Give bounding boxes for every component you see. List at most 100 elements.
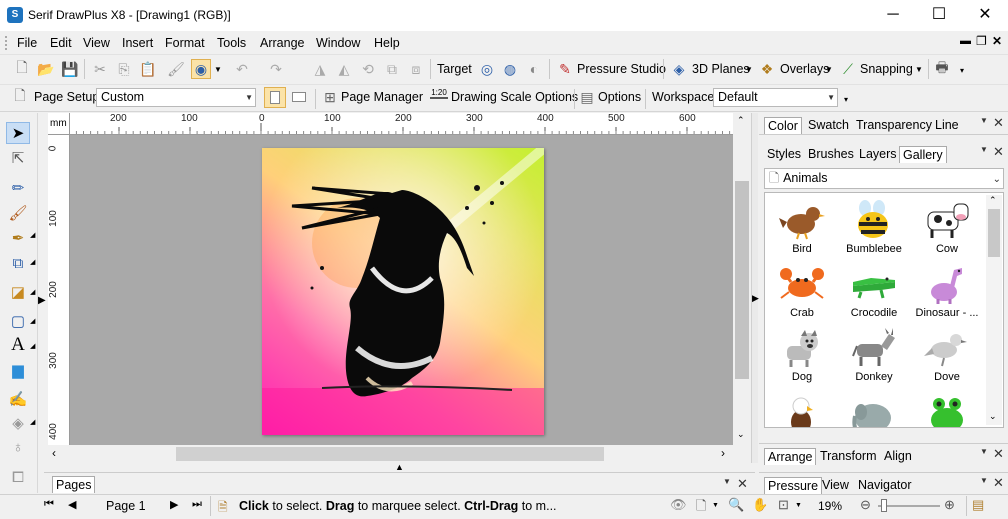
- tab-styles[interactable]: Styles: [764, 146, 804, 162]
- chevron-down-icon[interactable]: ▼: [745, 65, 753, 74]
- notes-icon[interactable]: ▤: [972, 497, 984, 513]
- page-setup-icon[interactable]: 🗋: [10, 87, 30, 107]
- tab-transform[interactable]: Transform: [817, 448, 880, 464]
- hand-tool-icon[interactable]: ✋: [752, 497, 768, 513]
- target-icon-3[interactable]: ◐: [524, 59, 544, 79]
- menu-file[interactable]: File: [17, 36, 37, 50]
- rotate-icon[interactable]: ⟲: [358, 59, 378, 79]
- tab-transparency[interactable]: Transparency: [853, 117, 935, 133]
- zoom-out-icon[interactable]: ⊖: [860, 497, 871, 513]
- pencil-tool-icon[interactable]: ✏: [6, 177, 30, 199]
- horizontal-ruler[interactable]: 200 100 0 100 200 300 400 500 600: [48, 113, 733, 135]
- gallery-category-dropdown[interactable]: 🗋 Animals ⌄: [764, 168, 1004, 189]
- chevron-down-icon[interactable]: ▼: [825, 65, 833, 74]
- paste-icon[interactable]: 📋: [138, 59, 158, 79]
- menu-help[interactable]: Help: [374, 36, 400, 50]
- menu-insert[interactable]: Insert: [122, 36, 153, 50]
- page-manager-icon[interactable]: ⊞: [320, 87, 340, 107]
- zoom-in-icon[interactable]: ⊕: [944, 497, 955, 513]
- pressure-studio-button[interactable]: Pressure Studio: [577, 62, 666, 76]
- chevron-down-icon[interactable]: ▼: [795, 502, 802, 509]
- drawing-page[interactable]: [262, 144, 548, 435]
- last-page-icon[interactable]: ⏭: [192, 498, 202, 511]
- crop-tool-icon[interactable]: ⧠: [6, 466, 30, 488]
- page-size-dropdown[interactable]: Custom ▼: [96, 88, 256, 107]
- copy-icon[interactable]: ⎘: [114, 59, 134, 79]
- gallery-item-bumblebee[interactable]: Bumblebee: [838, 195, 910, 259]
- chevron-down-icon[interactable]: ▼: [980, 476, 988, 485]
- pressure-studio-icon[interactable]: ✎: [555, 59, 575, 79]
- gallery-item-elephant[interactable]: [838, 387, 910, 427]
- open-icon[interactable]: 📂: [36, 59, 56, 79]
- close-icon[interactable]: ✕: [993, 144, 1004, 160]
- scroll-up-icon[interactable]: ⌃: [989, 195, 997, 206]
- gallery-item-cow[interactable]: Cow: [911, 195, 983, 259]
- snapping-icon[interactable]: ⟋: [838, 59, 858, 79]
- gallery-item-crab[interactable]: Crab: [766, 259, 838, 323]
- zoom-tool-icon[interactable]: 🔍: [728, 497, 744, 513]
- tab-line[interactable]: Line: [932, 117, 962, 133]
- pointer-tool-icon[interactable]: ➤: [6, 122, 30, 144]
- dancer-artwork[interactable]: [262, 144, 548, 435]
- close-icon[interactable]: ✕: [993, 115, 1004, 131]
- pages-collapse-icon[interactable]: ▲: [395, 462, 404, 472]
- chevron-down-icon[interactable]: ▼: [980, 116, 988, 125]
- gallery-item-dinosaur[interactable]: Dinosaur - ...: [911, 259, 983, 323]
- overlays-button[interactable]: Overlays: [780, 62, 829, 76]
- zoom-fit-icon[interactable]: ⊡: [778, 497, 789, 513]
- brush-tool-icon[interactable]: 🖌: [6, 202, 30, 224]
- first-page-icon[interactable]: ⏮: [44, 498, 54, 511]
- gallery-item-eagle[interactable]: [766, 387, 838, 427]
- gallery-item-bird[interactable]: Bird: [766, 195, 838, 259]
- tab-pressure[interactable]: Pressure: [764, 477, 823, 494]
- gallery-web-icon[interactable]: ◉: [191, 59, 211, 79]
- target-label[interactable]: Target: [437, 62, 472, 76]
- image-tool-icon[interactable]: ▆: [6, 359, 30, 381]
- previous-page-icon[interactable]: ◀: [68, 498, 76, 511]
- drawing-scale-icon[interactable]: 1:20: [430, 88, 448, 99]
- chevron-down-icon[interactable]: ▼: [980, 145, 988, 154]
- ungroup-icon[interactable]: ⧈: [406, 59, 426, 79]
- redo-icon[interactable]: ↷: [266, 59, 286, 79]
- minimize-button[interactable]: ─: [870, 0, 916, 30]
- close-icon[interactable]: ✕: [737, 476, 748, 492]
- drawing-canvas[interactable]: [70, 135, 733, 445]
- menu-arrange[interactable]: Arrange: [260, 36, 304, 50]
- gallery-item-frog[interactable]: [911, 387, 983, 427]
- target-icon-2[interactable]: ◍: [500, 59, 520, 79]
- connector-tool-icon[interactable]: ⧉: [6, 252, 30, 274]
- chevron-down-icon[interactable]: ▼: [915, 65, 923, 74]
- horizontal-scrollbar[interactable]: ‹ ›: [48, 445, 733, 463]
- transparency-tool-icon[interactable]: ♁: [6, 436, 30, 458]
- new-icon[interactable]: 🗋: [12, 59, 32, 79]
- toolbar-overflow-icon[interactable]: ▾: [960, 66, 964, 75]
- chevron-down-icon[interactable]: ▼: [980, 447, 988, 456]
- 3d-planes-icon[interactable]: ◈: [669, 59, 689, 79]
- vertical-ruler[interactable]: 0 100 200 300 400: [48, 135, 70, 445]
- tab-swatch[interactable]: Swatch: [805, 117, 852, 133]
- fill-tool-icon[interactable]: ◈: [6, 412, 30, 434]
- chevron-down-icon[interactable]: ▼: [214, 65, 222, 74]
- tab-view[interactable]: View: [819, 477, 852, 493]
- text-tool-icon[interactable]: A: [6, 334, 30, 356]
- snapping-button[interactable]: Snapping: [860, 62, 913, 76]
- toolbar-overflow-icon[interactable]: ▾: [844, 95, 848, 104]
- mdi-minimize-icon[interactable]: ▬: [960, 35, 971, 47]
- pen-tool-icon[interactable]: ✒: [6, 227, 30, 249]
- tab-navigator[interactable]: Navigator: [855, 477, 915, 493]
- cut-icon[interactable]: ✂: [90, 59, 110, 79]
- mdi-restore-icon[interactable]: ❐: [976, 34, 987, 48]
- mdi-close-icon[interactable]: ✕: [992, 34, 1002, 48]
- menu-edit[interactable]: Edit: [50, 36, 72, 50]
- tab-layers[interactable]: Layers: [856, 146, 900, 162]
- vertical-scroll-thumb[interactable]: [735, 181, 749, 379]
- current-page[interactable]: Page 1: [106, 499, 146, 513]
- gallery-item-dove[interactable]: Dove: [911, 323, 983, 387]
- tab-color[interactable]: Color: [764, 117, 802, 134]
- eraser-tool-icon[interactable]: ◪: [6, 281, 30, 303]
- tools-expand-icon[interactable]: ▶: [38, 295, 46, 306]
- maximize-button[interactable]: ☐: [916, 0, 962, 30]
- page-setup-button[interactable]: Page Setup: [34, 90, 99, 104]
- undo-icon[interactable]: ↶: [232, 59, 252, 79]
- horizontal-scroll-thumb[interactable]: [176, 447, 604, 461]
